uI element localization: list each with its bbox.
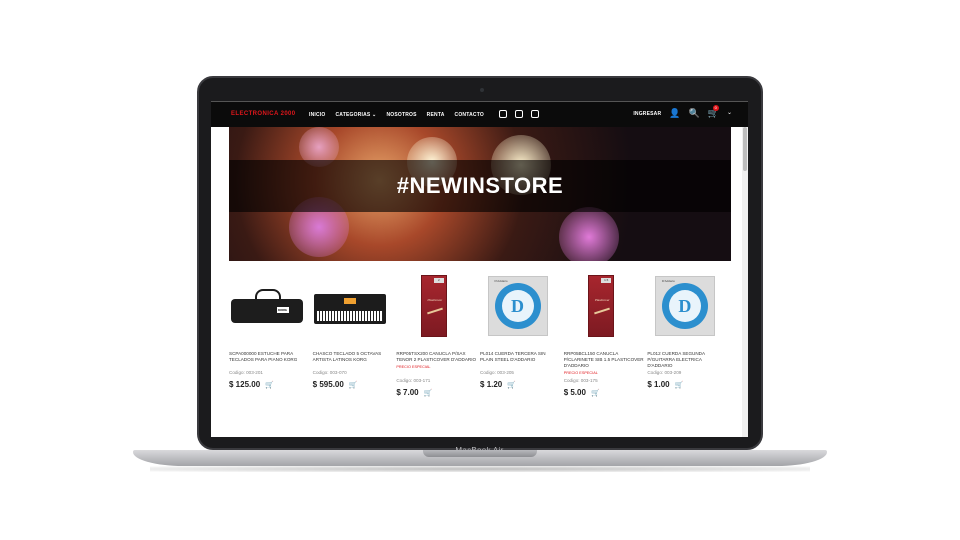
add-to-cart-icon[interactable]: 🛒 xyxy=(675,381,684,389)
cart-count-badge: 0 xyxy=(712,105,719,111)
keyboard-display xyxy=(344,298,357,304)
whatsapp-icon[interactable] xyxy=(499,110,507,118)
top-navigation: ELECTRONICA 2000 INICIO CATEGORIAS ⌄ NOS… xyxy=(211,101,748,127)
product-name-text[interactable]: RRP05BCL150 CANUCLA P/CLARINETE SIB 1.5 … xyxy=(564,351,644,368)
product-name[interactable]: SCPA000000 ESTUCHE PARA TECLADOS PARA PI… xyxy=(229,351,309,363)
menu-item-contacto[interactable]: CONTACTO xyxy=(455,112,484,118)
product-price: $ 7.00 xyxy=(396,388,419,397)
product-code: Codigo: 003-209 xyxy=(647,370,682,375)
product-code: Codigo: 003-070 xyxy=(312,370,347,375)
special-price-badge: PRECIO ESPECIAL xyxy=(563,371,598,375)
laptop-shadow xyxy=(150,466,810,472)
reed-box-image: 1.5 Plasticover xyxy=(588,275,615,337)
string-logo: D xyxy=(668,290,701,322)
light-glow xyxy=(559,207,619,261)
hero-title-band: #NEWINSTORE xyxy=(229,160,731,212)
laptop-notch xyxy=(423,450,537,457)
add-to-cart-icon[interactable]: 🛒 xyxy=(349,381,358,389)
string-logo-ring: D xyxy=(494,283,541,329)
price-row: $ 5.00 🛒 xyxy=(564,388,600,397)
price-row: $ 125.00 🛒 xyxy=(229,380,274,389)
product-price: $ 5.00 xyxy=(563,388,586,397)
product-price: $ 1.20 xyxy=(480,380,503,389)
menu-item-inicio[interactable]: INICIO xyxy=(309,112,325,118)
store-logo[interactable]: ELECTRONICA 2000 xyxy=(231,111,296,117)
product-price: $ 125.00 xyxy=(229,380,261,389)
string-brand-label: D'Addario xyxy=(494,279,508,283)
product-name[interactable]: PL014 CUERDA TERCERA SIN PLAIN STEEL D'A… xyxy=(480,351,560,363)
keyboard-keys xyxy=(317,311,384,321)
product-image[interactable]: 2 Plasticover xyxy=(396,271,471,341)
reed-strength-label: 1.5 xyxy=(601,278,612,283)
cart-icon[interactable]: 🛒 0 xyxy=(708,105,719,118)
camera-icon xyxy=(480,88,484,92)
reed-box-image: 2 Plasticover xyxy=(420,275,447,337)
chevron-down-icon[interactable]: ⌄ xyxy=(727,109,732,118)
product-name[interactable]: RRP05BCL150 CANUCLA P/CLARINETE SIB 1.5 … xyxy=(564,351,644,376)
product-price: $ 595.00 xyxy=(312,380,344,389)
price-row: $ 595.00 🛒 xyxy=(313,380,358,389)
string-brand-label: D'Addario xyxy=(661,279,675,283)
product-card[interactable]: D'Addario D PL012 CUERDA SEGUNDA P/GUITAR… xyxy=(647,271,731,411)
special-price-badge: PRECIO ESPECIAL xyxy=(396,365,431,369)
product-card[interactable]: D'Addario D PL014 CUERDA TERCERA SIN PLAI… xyxy=(480,271,564,411)
product-card[interactable]: 2 Plasticover RRP05TSX200 CANUCLA P/SAX T… xyxy=(396,271,480,411)
guitar-string-image: D'Addario D xyxy=(654,276,715,336)
product-card[interactable]: 1.5 Plasticover RRP05BCL150 CANUCLA P/CLA… xyxy=(564,271,648,411)
search-icon[interactable]: 🔍 xyxy=(689,109,700,118)
price-row: $ 1.00 🛒 xyxy=(647,380,683,389)
menu-item-renta[interactable]: RENTA xyxy=(427,112,445,118)
product-image[interactable]: 1.5 Plasticover xyxy=(564,271,639,341)
login-link[interactable]: INGRESAR xyxy=(633,111,661,117)
product-name[interactable]: CHASCO TECLADO 5 OCTAVAS ARTISTA LATINOS… xyxy=(313,351,393,363)
product-grid: KORG SCPA000000 ESTUCHE PARA TECLADOS PA… xyxy=(229,271,731,411)
string-logo: D xyxy=(501,290,534,322)
user-icon[interactable]: 👤 xyxy=(669,109,680,118)
add-to-cart-icon[interactable]: 🛒 xyxy=(424,389,433,397)
instagram-icon[interactable] xyxy=(531,110,539,118)
add-to-cart-icon[interactable]: 🛒 xyxy=(265,381,274,389)
product-code: Codigo: 003-205 xyxy=(480,370,514,375)
product-image[interactable]: KORG xyxy=(229,271,304,341)
string-logo-ring: D xyxy=(661,283,708,329)
product-price: $ 1.00 xyxy=(647,380,670,389)
product-image[interactable] xyxy=(313,271,388,341)
product-code: Codigo: 003-175 xyxy=(563,378,598,383)
hero-title: #NEWINSTORE xyxy=(396,173,564,198)
add-to-cart-icon[interactable]: 🛒 xyxy=(507,381,516,389)
product-card[interactable]: KORG SCPA000000 ESTUCHE PARA TECLADOS PA… xyxy=(229,271,313,411)
price-row: $ 1.20 🛒 xyxy=(480,380,516,389)
page-scrollbar[interactable] xyxy=(742,127,748,437)
product-code: Codigo: 003-171 xyxy=(396,378,431,383)
reed-illustration xyxy=(426,307,443,315)
keyboard-case-image: KORG xyxy=(230,289,303,323)
browser-screen: ELECTRONICA 2000 INICIO CATEGORIAS ⌄ NOS… xyxy=(211,101,748,437)
scrollbar-thumb[interactable] xyxy=(743,127,747,171)
menu-item-categorias[interactable]: CATEGORIAS ⌄ xyxy=(335,112,376,118)
add-to-cart-icon[interactable]: 🛒 xyxy=(591,389,600,397)
main-menu: INICIO CATEGORIAS ⌄ NOSOTROS RENTA CONTA… xyxy=(309,112,484,118)
account-actions: INGRESAR 👤 🔍 🛒 0 ⌄ xyxy=(633,105,732,118)
product-image[interactable]: D'Addario D xyxy=(647,271,722,341)
hero-banner[interactable]: #NEWINSTORE xyxy=(229,127,731,261)
facebook-icon[interactable] xyxy=(515,110,523,118)
reed-strength-label: 2 xyxy=(433,278,444,283)
reed-brand-label: Plasticover xyxy=(427,298,443,302)
keyboard-image xyxy=(314,294,387,324)
product-card[interactable]: CHASCO TECLADO 5 OCTAVAS ARTISTA LATINOS… xyxy=(313,271,397,411)
product-name[interactable]: RRP05TSX200 CANUCLA P/SAX TENOR 2 PLASTI… xyxy=(396,351,476,370)
product-image[interactable]: D'Addario D xyxy=(480,271,555,341)
brand-logo: KORG xyxy=(276,307,289,313)
menu-item-nosotros[interactable]: NOSOTROS xyxy=(386,112,416,118)
reed-brand-label: Plasticover xyxy=(594,298,610,302)
product-name-text[interactable]: RRP05TSX200 CANUCLA P/SAX TENOR 2 PLASTI… xyxy=(396,351,476,362)
guitar-string-image: D'Addario D xyxy=(487,276,548,336)
reed-illustration xyxy=(594,307,611,315)
product-name[interactable]: PL012 CUERDA SEGUNDA P/GUITARRA ELECTRIC… xyxy=(647,351,727,369)
product-code: Codigo: 003-201 xyxy=(229,370,263,375)
price-row: $ 7.00 🛒 xyxy=(396,388,432,397)
social-links xyxy=(499,110,539,118)
